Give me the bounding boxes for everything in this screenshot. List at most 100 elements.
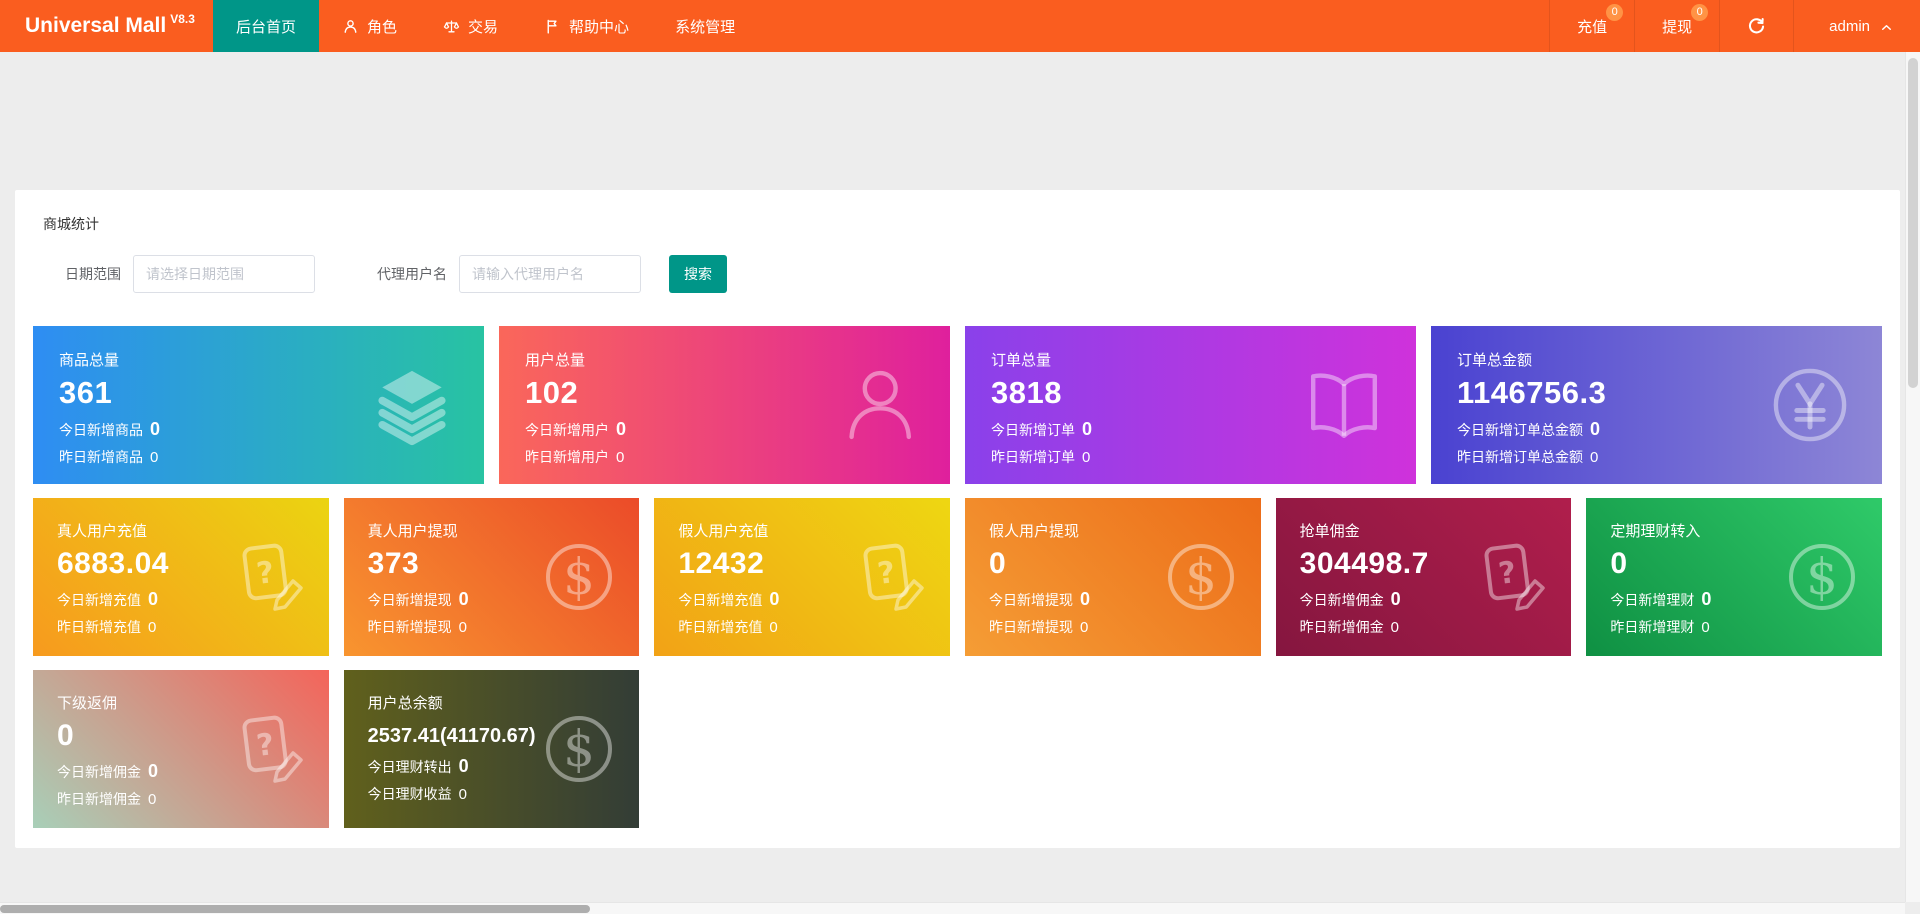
header-action-recharge[interactable]: 充值 0 <box>1549 0 1634 52</box>
card-today-label: 今日新增充值 <box>678 590 762 610</box>
svg-text:?: ? <box>254 555 276 592</box>
card-yesterday-line: 昨日新增提现 0 <box>368 617 616 637</box>
card-yesterday-label: 昨日新增佣金 <box>1300 617 1384 637</box>
user-menu[interactable]: admin <box>1793 0 1920 52</box>
card-yesterday-line: 昨日新增提现 0 <box>989 617 1237 637</box>
nav-item-label: 系统管理 <box>675 16 735 37</box>
scales-icon <box>443 18 460 35</box>
flag-icon <box>544 18 561 35</box>
header-right: 充值 0 提现 0 admin <box>1549 0 1920 52</box>
card-today-label: 今日新增用户 <box>525 420 609 440</box>
user-icon <box>342 18 359 35</box>
card-yesterday-line: 昨日新增佣金 0 <box>57 789 305 809</box>
card-fake-user-recharge: 假人用户充值 12432 今日新增充值 0 昨日新增充值 0 ? <box>654 498 950 656</box>
dollar-icon: $ <box>1161 537 1241 617</box>
card-yesterday-line: 昨日新增商品 0 <box>59 447 458 467</box>
svg-text:$: $ <box>563 548 595 606</box>
card-today-label: 今日新增商品 <box>59 420 143 440</box>
yen-icon <box>1766 361 1854 449</box>
card-grab-commission: 抢单佣金 304498.7 今日新增佣金 0 昨日新增佣金 0 ? <box>1276 498 1572 656</box>
card-goods-total: 商品总量 361 今日新增商品 0 昨日新增商品 0 <box>33 326 484 484</box>
card-today-label: 今日新增订单 <box>991 420 1075 440</box>
username: admin <box>1829 18 1870 35</box>
vertical-scrollbar[interactable] <box>1905 52 1920 902</box>
nav-item-label: 角色 <box>367 16 397 37</box>
card-today-value: 0 <box>616 419 626 440</box>
card-orders-total: 订单总量 3818 今日新增订单 0 昨日新增订单 0 <box>965 326 1416 484</box>
card-yesterday-label: 昨日新增充值 <box>57 617 141 637</box>
card-yesterday-value: 0 <box>769 619 777 636</box>
card-yesterday-label: 今日理财收益 <box>368 784 452 804</box>
filter-form: 日期范围 代理用户名 搜索 <box>65 255 1882 293</box>
card-yesterday-value: 0 <box>459 619 467 636</box>
card-yesterday-value: 0 <box>148 791 156 808</box>
card-yesterday-line: 昨日新增理财 0 <box>1610 617 1858 637</box>
card-yesterday-label: 昨日新增佣金 <box>57 789 141 809</box>
search-button[interactable]: 搜索 <box>669 255 727 293</box>
agent-name-input[interactable] <box>459 255 641 293</box>
card-yesterday-value: 0 <box>148 619 156 636</box>
vertical-scrollbar-thumb[interactable] <box>1908 58 1918 388</box>
app-logo: Universal Mall V8.3 <box>0 0 213 52</box>
card-today-value: 0 <box>150 419 160 440</box>
card-today-label: 今日新增佣金 <box>1300 590 1384 610</box>
nav-item-roles[interactable]: 角色 <box>319 0 420 52</box>
card-yesterday-label: 昨日新增订单总金额 <box>1457 447 1583 467</box>
card-today-value: 0 <box>459 589 469 610</box>
card-yesterday-line: 昨日新增充值 0 <box>678 617 926 637</box>
card-yesterday-value: 0 <box>150 449 158 466</box>
horizontal-scrollbar-thumb[interactable] <box>0 905 590 913</box>
card-yesterday-line: 昨日新增订单总金额 0 <box>1457 447 1856 467</box>
app-version: V8.3 <box>170 12 195 26</box>
doc-icon: ? <box>850 537 930 617</box>
svg-text:?: ? <box>876 555 898 592</box>
badge: 0 <box>1691 4 1708 21</box>
card-today-value: 0 <box>459 756 469 777</box>
card-yesterday-value: 0 <box>1590 449 1598 466</box>
card-today-label: 今日新增提现 <box>368 590 452 610</box>
card-users-total: 用户总量 102 今日新增用户 0 昨日新增用户 0 <box>499 326 950 484</box>
date-range-label: 日期范围 <box>65 264 121 284</box>
horizontal-scrollbar[interactable] <box>0 902 1905 914</box>
user-icon <box>834 361 922 449</box>
header-action-label: 充值 <box>1577 16 1607 37</box>
card-yesterday-label: 昨日新增商品 <box>59 447 143 467</box>
nav-item-trade[interactable]: 交易 <box>420 0 521 52</box>
nav-item-home[interactable]: 后台首页 <box>213 0 319 52</box>
card-today-value: 0 <box>148 589 158 610</box>
card-yesterday-line: 昨日新增订单 0 <box>991 447 1390 467</box>
card-sub-rebate: 下级返佣 0 今日新增佣金 0 昨日新增佣金 0 ? <box>33 670 329 828</box>
card-today-value: 0 <box>1590 419 1600 440</box>
card-yesterday-value: 0 <box>616 449 624 466</box>
card-today-label: 今日理财转出 <box>368 757 452 777</box>
nav-item-label: 后台首页 <box>236 16 296 37</box>
app-title: Universal Mall <box>25 14 166 38</box>
refresh-button[interactable] <box>1719 0 1793 52</box>
card-fake-user-withdraw: 假人用户提现 0 今日新增提现 0 昨日新增提现 0 $ <box>965 498 1261 656</box>
layers-icon <box>368 361 456 449</box>
card-today-value: 0 <box>1080 589 1090 610</box>
nav-item-system[interactable]: 系统管理 <box>652 0 758 52</box>
svg-text:$: $ <box>563 720 595 778</box>
svg-text:$: $ <box>1185 548 1217 606</box>
main-nav: 后台首页 角色 交易 帮助中心 系统管理 <box>213 0 758 52</box>
header-action-withdraw[interactable]: 提现 0 <box>1634 0 1719 52</box>
nav-item-label: 交易 <box>468 16 498 37</box>
card-today-value: 0 <box>769 589 779 610</box>
date-range-input[interactable] <box>133 255 315 293</box>
header-action-label: 提现 <box>1662 16 1692 37</box>
card-today-value: 0 <box>1701 589 1711 610</box>
nav-item-help[interactable]: 帮助中心 <box>521 0 652 52</box>
card-real-user-recharge: 真人用户充值 6883.04 今日新增充值 0 昨日新增充值 0 ? <box>33 498 329 656</box>
dollar-icon: $ <box>539 537 619 617</box>
svg-text:$: $ <box>1806 548 1838 606</box>
card-yesterday-line: 昨日新增用户 0 <box>525 447 924 467</box>
card-yesterday-value: 0 <box>1080 619 1088 636</box>
card-yesterday-label: 昨日新增用户 <box>525 447 609 467</box>
card-yesterday-value: 0 <box>1701 619 1709 636</box>
stats-panel: 商城统计 日期范围 代理用户名 搜索 商品总量 361 今日新增商品 0 昨日新… <box>15 190 1900 848</box>
card-yesterday-label: 昨日新增充值 <box>678 617 762 637</box>
card-yesterday-label: 昨日新增提现 <box>368 617 452 637</box>
nav-item-label: 帮助中心 <box>569 16 629 37</box>
card-today-value: 0 <box>1082 419 1092 440</box>
